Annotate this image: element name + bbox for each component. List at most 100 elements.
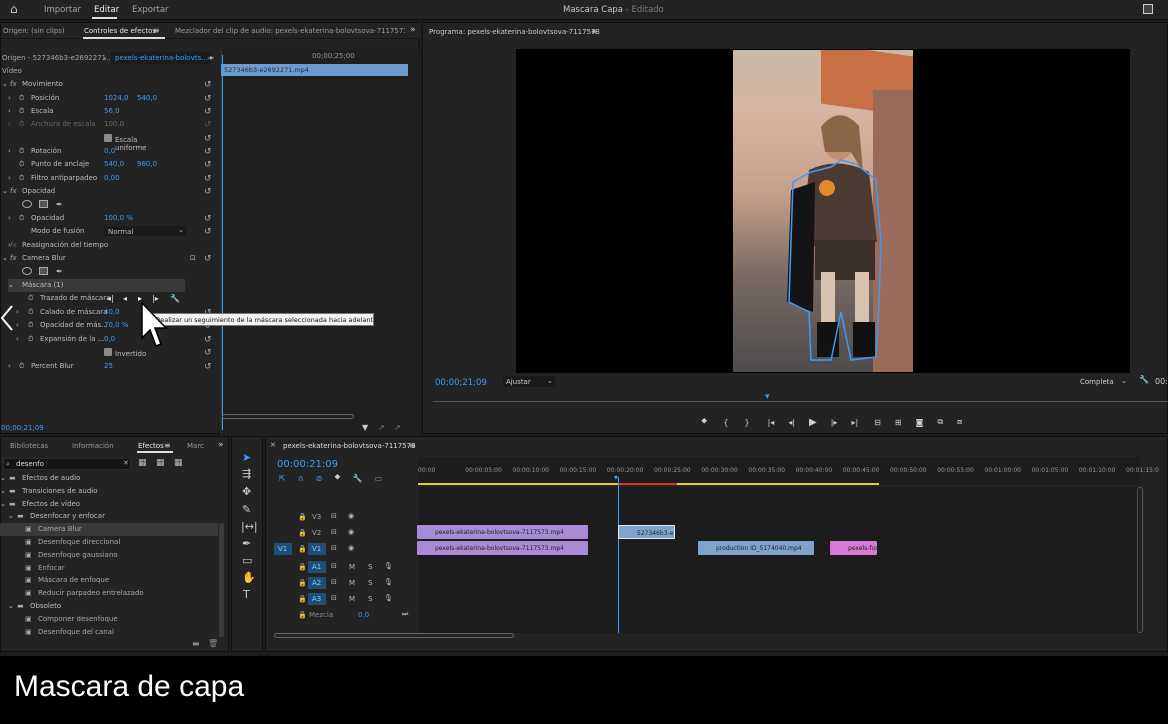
tab-efectos[interactable]: Efectos: [138, 442, 164, 450]
row-opacidad[interactable]: › ⏱ Opacidad 100,0 % ↺: [0, 212, 218, 225]
mark-in-icon[interactable]: {: [723, 418, 728, 427]
mic-icon[interactable]: 🎙: [384, 562, 393, 570]
tab-marcadores[interactable]: Marc: [187, 442, 204, 450]
chevron-down-icon[interactable]: ⌄: [0, 474, 6, 482]
track-back-icon[interactable]: ◂: [123, 294, 127, 303]
pen-mask-icon[interactable]: ✒: [56, 200, 63, 209]
mark-out-icon[interactable]: }: [745, 418, 750, 427]
rect-mask-icon[interactable]: [39, 200, 48, 208]
trash-icon[interactable]: 🗑: [208, 639, 218, 648]
sync-icon[interactable]: ⊟: [331, 528, 337, 536]
timeline-playhead[interactable]: [618, 477, 619, 633]
program-menu-icon[interactable]: ≡: [591, 27, 598, 36]
sync-icon[interactable]: ⊟: [331, 512, 337, 520]
row-escala-uniforme[interactable]: Escala uniforme ↺: [0, 132, 218, 152]
step-back-icon[interactable]: ◂|: [788, 418, 795, 427]
effects-list-item[interactable]: ▣ Desenfoque direccional: [0, 536, 218, 549]
row-percent-blur[interactable]: › ⏱ Percent Blur 25 ↺: [0, 360, 218, 373]
sync-icon[interactable]: ⊟: [331, 544, 337, 552]
tab-informacion[interactable]: Información: [72, 442, 114, 450]
camera-icon[interactable]: ◙: [916, 418, 924, 427]
lock-icon[interactable]: 🔒: [298, 595, 307, 603]
eye-icon[interactable]: ◉: [348, 528, 354, 536]
reset-icon[interactable]: ↺: [204, 80, 212, 90]
clip-v2-527346b3[interactable]: 527346b3-e2: [618, 525, 675, 539]
effects-list-item[interactable]: ▣ Desenfoque gaussiano: [0, 549, 218, 562]
chevron-down-icon[interactable]: ⌄: [8, 512, 14, 520]
reset-icon[interactable]: ↺: [204, 107, 212, 117]
track-v1[interactable]: V1 🔒 V1 ⊟ ◉: [266, 541, 416, 557]
32bit-effects-icon[interactable]: ▦: [156, 458, 165, 468]
export2-icon[interactable]: ↗: [394, 423, 401, 432]
track-a1[interactable]: 🔒 A1 ⊟ M S 🎙: [266, 559, 416, 575]
reset-icon[interactable]: ↺: [204, 214, 212, 224]
ec-scrollbar[interactable]: [222, 414, 354, 419]
track-select-tool-icon[interactable]: ⇶: [242, 467, 251, 480]
pen-mask-icon[interactable]: ✒: [56, 267, 63, 276]
row-posicion[interactable]: › ⏱ Posición 1024,0 540,0 ↺: [0, 92, 218, 105]
panel-overflow-icon[interactable]: »: [410, 25, 416, 35]
lock-icon[interactable]: 🔒: [298, 545, 307, 553]
slip-tool-icon[interactable]: |↔|: [241, 520, 258, 533]
row-antiparpadeo[interactable]: › ⏱ Filtro antiparpadeo 0,00 ↺: [0, 172, 218, 185]
tab-menu-icon[interactable]: ≡: [153, 26, 160, 35]
track-v3[interactable]: 🔒 V3 ⊟ ◉: [266, 509, 416, 525]
ellipse-mask-icon[interactable]: [22, 267, 32, 275]
selection-tool-icon[interactable]: ➤: [242, 451, 251, 464]
row-trazado[interactable]: ⏱ Trazado de máscara ◂| ◂ ▸ |▸ 🔧: [0, 292, 218, 305]
row-movimiento[interactable]: ⌄ fx Movimiento ↺: [0, 78, 218, 91]
mic-icon[interactable]: 🎙: [384, 578, 393, 586]
timeline-tab[interactable]: pexels-ekaterina-bolovtsova-7117573: [283, 442, 416, 450]
effects-scrollbar[interactable]: [219, 523, 224, 637]
clip-v2-pexels[interactable]: pexels-ekaterina-bolovtsova-7117573.mp4: [417, 525, 588, 539]
effects-list-item[interactable]: ▣ Enfocar: [0, 562, 218, 575]
lock-icon[interactable]: 🔒: [298, 579, 307, 587]
program-scrubber[interactable]: [433, 401, 1168, 405]
captions-icon[interactable]: ▭: [375, 474, 383, 483]
step-forward-icon[interactable]: |▸: [831, 418, 838, 427]
effects-list-item[interactable]: ⌄ ▬ Obsoleto: [0, 600, 218, 613]
settings-wrench-icon[interactable]: 🔧: [1139, 375, 1149, 384]
row-reasignacion[interactable]: › fx Reasignación del tiempo: [0, 239, 218, 252]
stopwatch-icon[interactable]: ⏱: [19, 94, 24, 103]
track-back-all-icon[interactable]: ◂|: [107, 294, 114, 303]
reset-icon[interactable]: ↺: [204, 147, 212, 157]
effects-list-item[interactable]: ▣ Desenfoque del canal: [0, 626, 218, 639]
home-icon[interactable]: ⌂: [10, 2, 18, 16]
lift-icon[interactable]: ⊟: [874, 418, 881, 427]
video-frame[interactable]: [733, 50, 913, 372]
row-camera-blur[interactable]: ⌄ fx Camera Blur ⊡ ↺: [0, 252, 218, 265]
invertido-checkbox[interactable]: Invertido: [104, 348, 146, 358]
track-a3[interactable]: 🔒 A3 ⊟ M S 🎙: [266, 591, 416, 607]
chevron-down-icon[interactable]: ⌄: [0, 500, 6, 508]
track-mix[interactable]: 🔒 Mezcla 0,0 ⏭: [266, 607, 416, 623]
quality-select[interactable]: Completa ⌄: [1077, 376, 1129, 387]
linked-icon[interactable]: ⊘: [316, 474, 323, 483]
accelerated-effects-icon[interactable]: ▦: [138, 458, 147, 468]
type-tool-icon[interactable]: T: [243, 588, 250, 601]
sync-icon[interactable]: ⊟: [331, 594, 337, 602]
timeline-playhead-icon[interactable]: ▾: [614, 473, 618, 482]
tab-effect-controls[interactable]: Controles de efectos: [84, 27, 156, 35]
mic-icon[interactable]: 🎙: [384, 594, 393, 602]
ec-mini-timeline[interactable]: [221, 49, 419, 439]
timeline-close-icon[interactable]: ✕: [270, 441, 276, 449]
pen-tool-icon[interactable]: ✒: [242, 537, 251, 550]
fusion-select[interactable]: Normal ⌄: [104, 226, 186, 236]
row-anclaje[interactable]: ⏱ Punto de anclaje 540,0 960,0 ↺: [0, 158, 218, 171]
reset-icon[interactable]: ↺: [204, 254, 212, 264]
compare-icon[interactable]: ⧉: [937, 417, 943, 427]
lock-icon[interactable]: 🔒: [298, 513, 307, 521]
timeline-menu-icon[interactable]: ≡: [409, 441, 416, 450]
new-bin-icon[interactable]: ▬: [192, 639, 200, 648]
ec-timecode[interactable]: 00;00;21;09: [1, 424, 44, 432]
marker-icon[interactable]: ⯁: [701, 417, 707, 427]
chevron-down-icon[interactable]: ⌄: [0, 487, 6, 495]
export-icon[interactable]: ↗: [378, 423, 385, 432]
tab-audio-mixer[interactable]: Mezclador del clip de audio: pexels-ekat…: [175, 27, 405, 35]
effects-list-item[interactable]: ▣ Máscara de enfoque: [0, 574, 218, 587]
reset-icon[interactable]: ↺: [204, 362, 212, 372]
row-escala[interactable]: › ⏱ Escala 56,0 ↺: [0, 105, 218, 118]
effects-overflow-icon[interactable]: »: [218, 440, 224, 450]
filter-icon[interactable]: ▼: [362, 423, 368, 432]
